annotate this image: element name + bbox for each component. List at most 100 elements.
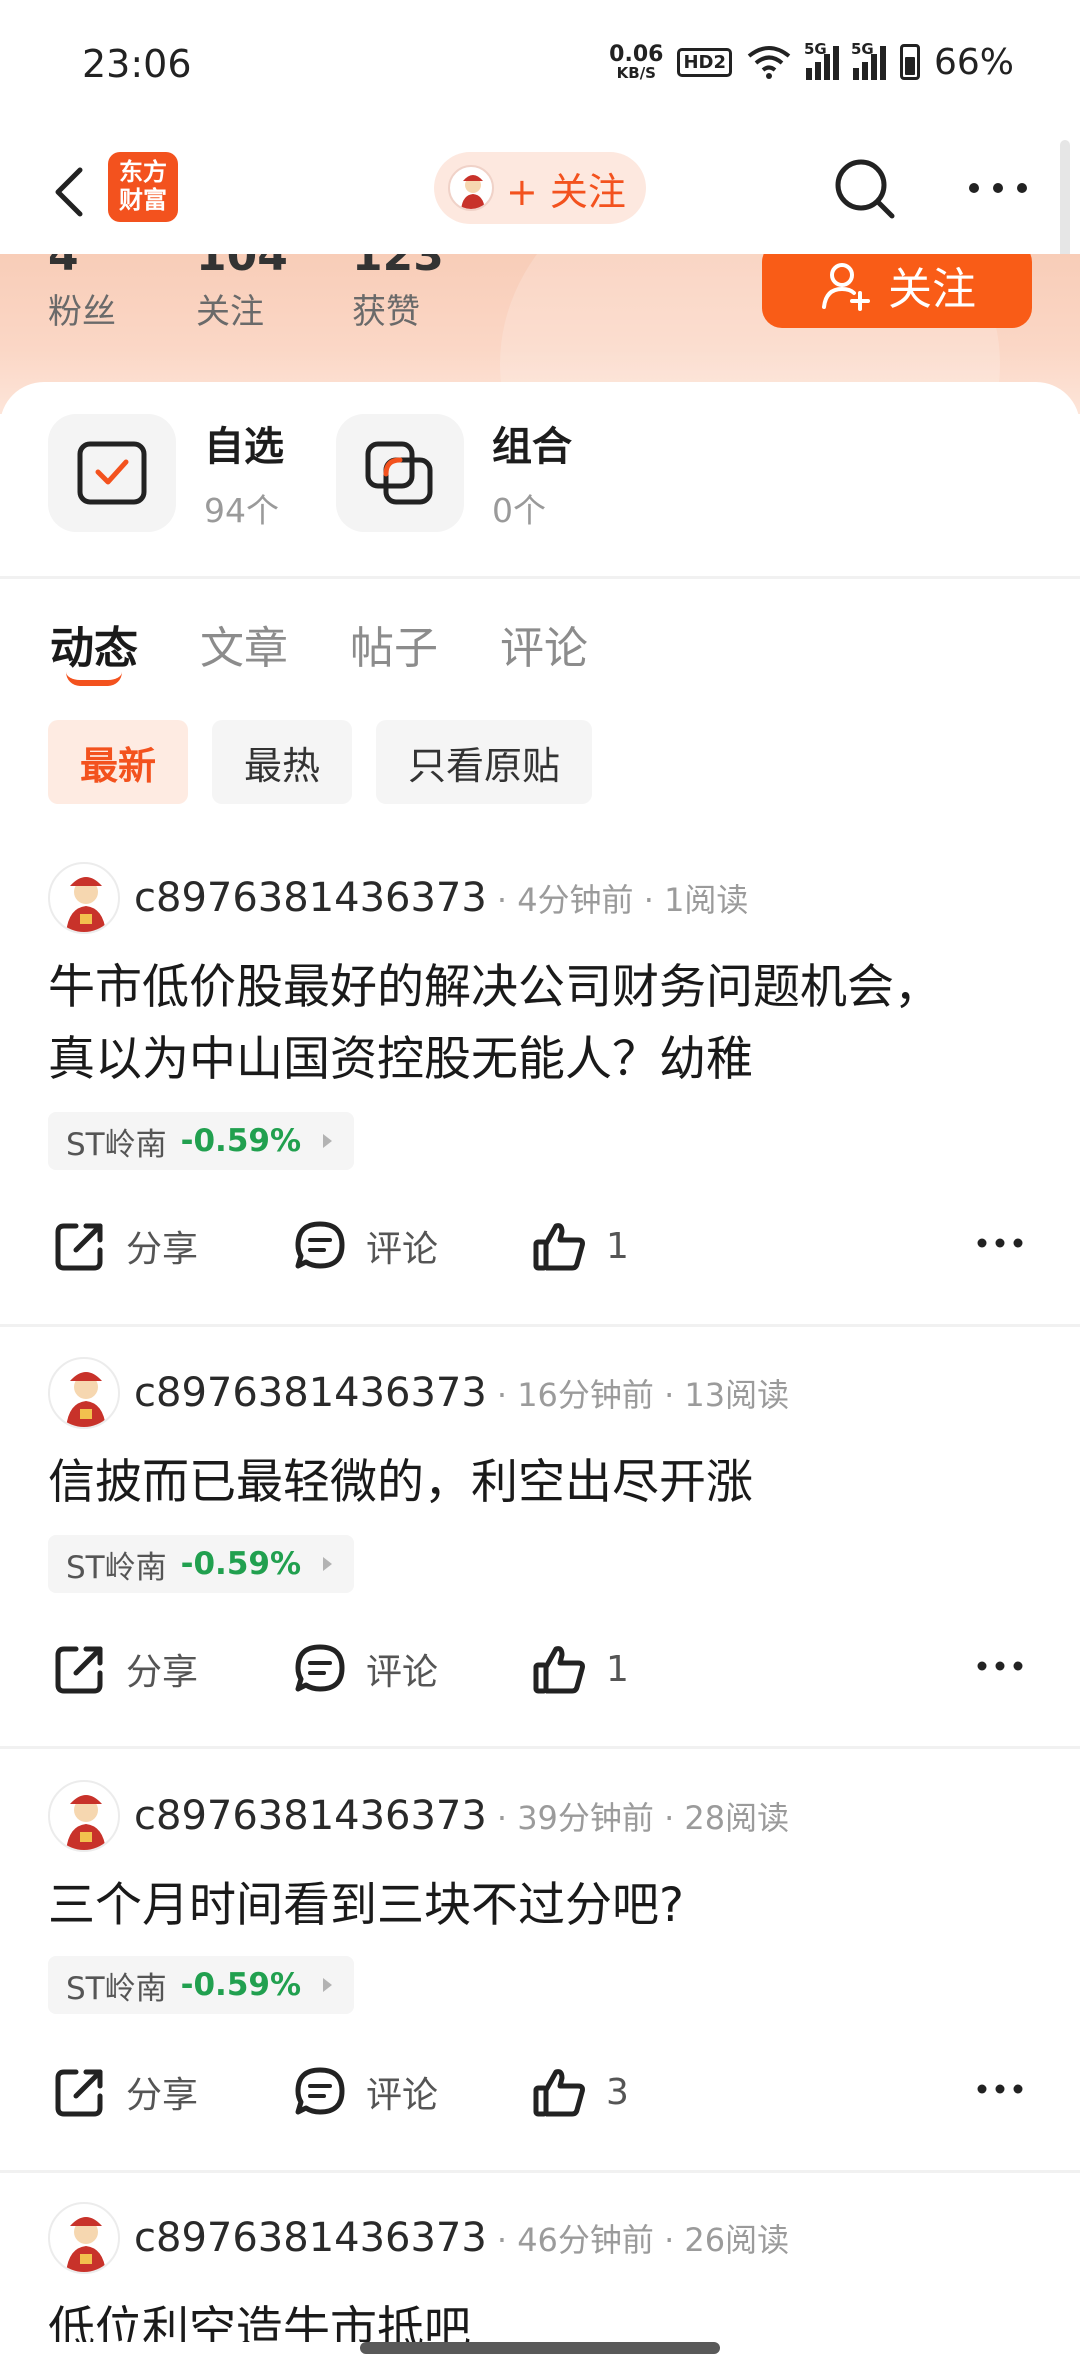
stock-name: ST岭南	[66, 1126, 167, 1163]
stock-tag[interactable]: ST岭南 -0.59%	[48, 1535, 354, 1593]
post-content[interactable]: 信披而已最轻微的，利空出尽开涨	[48, 1447, 1028, 1519]
share-button[interactable]: 分享	[52, 1633, 198, 1705]
share-label: 分享	[126, 1652, 199, 1693]
wifi-icon	[747, 46, 791, 79]
thumbs-up-icon	[533, 2069, 585, 2117]
stock-tag[interactable]: ST岭南 -0.59%	[48, 1956, 354, 2014]
post-item[interactable]: c8976381436373 · 4分钟前 · 1阅读 牛市低价股最好的解决公司…	[0, 862, 1080, 1271]
shortcut-watchlist-count: 94个	[204, 491, 279, 530]
stat-fans-count: 4	[48, 254, 79, 281]
like-button[interactable]: 1	[532, 1633, 629, 1705]
top-nav-bar: 东方财富 + 关注	[0, 130, 1080, 260]
post-more-icon[interactable]	[976, 1236, 1024, 1250]
tab-activity[interactable]: 动态	[50, 612, 138, 686]
active-tab-indicator	[66, 672, 122, 686]
like-count: 1	[606, 1648, 629, 1690]
stat-likes[interactable]: 123 获赞	[352, 254, 444, 333]
filter-hottest[interactable]: 最热	[212, 720, 353, 804]
comment-button[interactable]: 评论	[292, 1633, 438, 1705]
comment-button[interactable]: 评论	[292, 1210, 438, 1282]
post-meta: · 39分钟前 · 28阅读	[496, 1799, 790, 1837]
home-indicator[interactable]	[360, 2342, 720, 2354]
tab-articles-label: 文章	[200, 623, 288, 674]
stock-arrow-icon	[323, 1978, 333, 1992]
more-options-icon[interactable]	[962, 176, 1034, 200]
stat-fans-label: 粉丝	[48, 292, 116, 332]
watchlist-icon	[48, 414, 176, 532]
post-header: c8976381436373 · 46分钟前 · 26阅读	[48, 2202, 789, 2274]
comment-label: 评论	[366, 2075, 439, 2116]
stock-name: ST岭南	[66, 1549, 167, 1586]
filter-latest[interactable]: 最新	[48, 720, 189, 804]
shortcut-portfolio-title: 组合	[492, 424, 572, 470]
portfolio-icon	[336, 414, 464, 532]
user-avatar[interactable]	[48, 1780, 120, 1852]
post-header: c8976381436373 · 39分钟前 · 28阅读	[48, 1780, 789, 1852]
stock-arrow-icon	[323, 1557, 333, 1571]
post-more-icon[interactable]	[976, 1659, 1024, 1673]
like-button[interactable]: 3	[532, 2056, 629, 2128]
stat-likes-label: 获赞	[352, 292, 420, 332]
mini-avatar-icon	[448, 165, 494, 211]
post-text-line: 低位利空造牛市抵吧	[48, 2302, 471, 2342]
tab-articles[interactable]: 文章	[200, 612, 288, 676]
post-text-line: 信披而已最轻微的，利空出尽开涨	[48, 1455, 753, 1510]
post-meta: · 4分钟前 · 1阅读	[496, 881, 749, 919]
stock-tag[interactable]: ST岭南 -0.59%	[48, 1112, 354, 1170]
follow-button[interactable]: 关注	[762, 254, 1032, 328]
like-button[interactable]: 1	[532, 1210, 629, 1282]
stat-fans[interactable]: 4 粉丝	[48, 254, 116, 333]
status-bar: 23:06 0.06 KB/S HD2 5G 5G 66%	[0, 0, 1080, 130]
stock-arrow-icon	[323, 1134, 333, 1148]
post-content[interactable]: 牛市低价股最好的解决公司财务问题机会， 真以为中山国资控股无能人？幼稚	[48, 952, 1028, 1096]
tab-posts[interactable]: 帖子	[350, 612, 438, 676]
post-divider	[0, 2170, 1080, 2173]
stat-following-count: 104	[196, 254, 288, 281]
post-username[interactable]: c8976381436373	[134, 2215, 487, 2261]
shortcut-watchlist[interactable]: 自选 94个	[48, 414, 284, 532]
stat-likes-count: 123	[352, 254, 444, 281]
stock-change: -0.59%	[180, 1546, 302, 1582]
thumbs-up-icon	[533, 1646, 585, 1694]
user-avatar[interactable]	[48, 1357, 120, 1429]
post-username[interactable]: c8976381436373	[134, 1370, 487, 1416]
post-content[interactable]: 低位利空造牛市抵吧	[48, 2292, 1028, 2342]
add-user-icon	[822, 263, 870, 311]
post-username[interactable]: c8976381436373	[134, 875, 487, 921]
signal-5g-icon-1: 5G	[804, 40, 839, 80]
stat-following[interactable]: 104 关注	[196, 254, 288, 333]
post-text-line: 三个月时间看到三块不过分吧?	[48, 1878, 684, 1933]
share-icon	[55, 1223, 103, 1271]
stock-name: ST岭南	[66, 1970, 167, 2007]
user-avatar[interactable]	[48, 862, 120, 934]
post-actions: 分享 评论 1	[0, 1633, 1080, 1705]
comment-icon	[295, 2067, 345, 2115]
follow-pill-button[interactable]: + 关注	[434, 152, 646, 224]
post-username[interactable]: c8976381436373	[134, 1793, 487, 1839]
content-tabs: 动态 文章 帖子 评论	[50, 612, 588, 686]
tab-comments[interactable]: 评论	[500, 612, 588, 676]
stock-change: -0.59%	[180, 1123, 302, 1159]
share-button[interactable]: 分享	[52, 1210, 198, 1282]
network-speed-value: 0.06	[609, 41, 664, 67]
post-divider	[0, 1324, 1080, 1327]
shortcut-portfolio-count: 0个	[492, 491, 546, 530]
post-more-icon[interactable]	[976, 2082, 1024, 2096]
network-speed: 0.06 KB/S	[609, 41, 664, 81]
filter-original-only[interactable]: 只看原贴	[376, 720, 593, 804]
search-icon[interactable]	[828, 152, 900, 224]
post-content[interactable]: 三个月时间看到三块不过分吧?	[48, 1870, 1028, 1942]
post-item[interactable]: c8976381436373 · 16分钟前 · 13阅读 信披而已最轻微的，利…	[0, 1357, 1080, 1694]
comment-button[interactable]: 评论	[292, 2056, 438, 2128]
share-button[interactable]: 分享	[52, 2056, 198, 2128]
shortcut-portfolio[interactable]: 组合 0个	[336, 414, 572, 532]
thumbs-up-icon	[533, 1223, 585, 1271]
back-arrow-icon[interactable]	[46, 158, 106, 226]
post-item[interactable]: c8976381436373 · 39分钟前 · 28阅读 三个月时间看到三块不…	[0, 1780, 1080, 2117]
post-text-line: 真以为中山国资控股无能人？幼稚	[48, 1032, 753, 1087]
app-logo[interactable]: 东方财富	[108, 152, 178, 222]
share-icon	[55, 2069, 103, 2117]
post-header: c8976381436373 · 16分钟前 · 13阅读	[48, 1357, 789, 1429]
battery-percent: 66%	[933, 41, 1014, 83]
user-avatar[interactable]	[48, 2202, 120, 2274]
